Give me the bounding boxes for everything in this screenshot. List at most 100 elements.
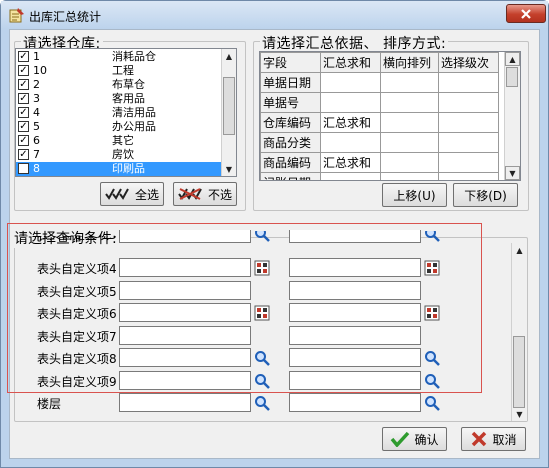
deselect-label: 不选 xyxy=(207,187,232,202)
condition-input[interactable] xyxy=(289,371,421,390)
condition-input[interactable] xyxy=(119,348,251,367)
checkbox[interactable]: ✓ xyxy=(18,163,29,174)
condition-input[interactable] xyxy=(119,303,251,322)
grid-row[interactable]: 商品分类 xyxy=(260,132,499,153)
scroll-down-button[interactable]: ▼ xyxy=(222,162,236,176)
summary-grid-scrollbar[interactable]: ▲ ▼ xyxy=(504,52,520,180)
condition-input[interactable] xyxy=(289,281,421,300)
grid-row[interactable]: 单据日期 xyxy=(260,72,499,93)
grid-field-cell: 记账日期 xyxy=(260,172,321,180)
condition-input[interactable] xyxy=(289,393,421,412)
condition-lookup-button[interactable] xyxy=(253,372,271,389)
warehouse-name: 客用品 xyxy=(112,92,145,105)
warehouse-code: 2 xyxy=(33,78,40,91)
condition-input[interactable] xyxy=(289,258,421,277)
scroll-up-button[interactable]: ▲ xyxy=(512,243,527,257)
condition-input[interactable] xyxy=(119,393,251,412)
grid-cell[interactable]: 汇总求和 xyxy=(320,112,381,133)
condition-lookup-button[interactable] xyxy=(253,394,271,411)
condition-lookup-button[interactable] xyxy=(423,231,441,242)
grid-cell[interactable] xyxy=(380,152,439,173)
warehouse-item[interactable]: ✓ 4 清洁用品 xyxy=(16,106,222,120)
scroll-down-button[interactable]: ▼ xyxy=(512,407,527,421)
select-all-button[interactable]: 全选 xyxy=(100,182,164,206)
conditions-scrollbar[interactable]: ▲ ▼ xyxy=(511,243,527,421)
grid-row[interactable]: 单据号 xyxy=(260,92,499,113)
scroll-thumb[interactable] xyxy=(506,67,518,87)
grid-cell[interactable] xyxy=(380,172,439,180)
condition-input[interactable] xyxy=(119,258,251,277)
summary-grid[interactable]: 字段 汇总求和 横向排列 选择级次 单据日期 单据号 仓库编码 汇总求和 商品分类 商品编码 汇总求… xyxy=(259,51,521,181)
warehouse-item[interactable]: ✓ 5 办公用品 xyxy=(16,120,222,134)
condition-input[interactable] xyxy=(289,348,421,367)
move-down-button[interactable]: 下移(D) xyxy=(453,183,518,207)
grid-cell[interactable] xyxy=(380,132,439,153)
condition-lookup-button[interactable] xyxy=(423,304,441,321)
condition-input[interactable] xyxy=(289,326,421,345)
grid-cell[interactable] xyxy=(438,152,499,173)
grid-cell[interactable] xyxy=(438,112,499,133)
scroll-up-button[interactable]: ▲ xyxy=(505,52,520,66)
checkbox[interactable]: ✓ xyxy=(18,65,29,76)
grid-cell[interactable] xyxy=(438,92,499,113)
scroll-thumb[interactable] xyxy=(223,77,235,135)
checkbox[interactable]: ✓ xyxy=(18,79,29,90)
grid-cell[interactable] xyxy=(438,72,499,93)
condition-lookup-button[interactable] xyxy=(423,394,441,411)
checkbox[interactable]: ✓ xyxy=(18,135,29,146)
ok-button[interactable]: 确认 xyxy=(382,427,447,451)
warehouse-list[interactable]: ✓ 1 消耗品仓 ✓ 10 工程 ✓ 2 布草仓 ✓ 3 客用品 ✓ 4 清洁用品 ✓ 5 办公用品 ✓ 6 其它 ✓ 7 房… xyxy=(15,48,237,177)
checkbox[interactable]: ✓ xyxy=(18,149,29,160)
condition-input[interactable] xyxy=(119,371,251,390)
grid-cell[interactable] xyxy=(380,72,439,93)
checkbox[interactable]: ✓ xyxy=(18,107,29,118)
grid-cell[interactable] xyxy=(320,172,381,180)
warehouse-list-scrollbar[interactable]: ▲ ▼ xyxy=(221,49,236,176)
warehouse-item[interactable]: ✓ 6 其它 xyxy=(16,134,222,148)
grid-cell[interactable] xyxy=(380,92,439,113)
condition-input[interactable] xyxy=(119,230,251,243)
move-up-button[interactable]: 上移(U) xyxy=(382,183,447,207)
condition-lookup-button[interactable] xyxy=(253,304,271,321)
condition-lookup-button[interactable] xyxy=(253,349,271,366)
grid-cell[interactable] xyxy=(438,172,499,180)
condition-lookup-button[interactable] xyxy=(423,259,441,276)
condition-lookup-button[interactable] xyxy=(253,231,271,242)
grid-cell[interactable] xyxy=(320,132,381,153)
title-bar: 出库汇总统计 xyxy=(1,1,548,29)
report-window: 出库汇总统计 请选择仓库: ✓ 1 消耗品仓 ✓ 10 工程 ✓ 2 布草仓 ✓ 3 客用品 ✓ 4 清洁用… xyxy=(0,0,549,468)
grid-cell[interactable] xyxy=(320,72,381,93)
warehouse-item[interactable]: ✓ 10 工程 xyxy=(16,64,222,78)
grid-row[interactable]: 仓库编码 汇总求和 xyxy=(260,112,499,133)
scroll-thumb[interactable] xyxy=(513,336,525,408)
warehouse-item[interactable]: ✓ 8 印刷品 xyxy=(16,162,222,176)
condition-lookup-button[interactable] xyxy=(253,259,271,276)
condition-input[interactable] xyxy=(119,326,251,345)
grid-row[interactable]: 商品编码 汇总求和 xyxy=(260,152,499,173)
condition-input[interactable] xyxy=(289,303,421,322)
grid-cell[interactable]: 汇总求和 xyxy=(320,152,381,173)
deselect-button[interactable]: 不选 xyxy=(173,182,237,206)
condition-lookup-button[interactable] xyxy=(423,349,441,366)
condition-lookup-button[interactable] xyxy=(423,372,441,389)
warehouse-code: 4 xyxy=(33,106,40,119)
close-button[interactable] xyxy=(506,4,546,23)
warehouse-item[interactable]: ✓ 2 布草仓 xyxy=(16,78,222,92)
warehouse-item[interactable]: ✓ 3 客用品 xyxy=(16,92,222,106)
condition-input[interactable] xyxy=(289,230,421,243)
checkbox[interactable]: ✓ xyxy=(18,93,29,104)
condition-input[interactable] xyxy=(119,281,251,300)
grid-row[interactable]: 记账日期 xyxy=(260,172,499,180)
warehouse-item[interactable]: ✓ 7 房饮 xyxy=(16,148,222,162)
checkbox[interactable]: ✓ xyxy=(18,51,29,62)
scroll-up-button[interactable]: ▲ xyxy=(222,49,236,63)
search-icon xyxy=(425,231,440,242)
grid-cell[interactable] xyxy=(380,112,439,133)
checkbox[interactable]: ✓ xyxy=(18,121,29,132)
condition-label: 楼层 xyxy=(37,397,62,411)
scroll-down-button[interactable]: ▼ xyxy=(505,166,520,180)
grid-cell[interactable] xyxy=(438,132,499,153)
warehouse-item[interactable]: ✓ 1 消耗品仓 xyxy=(16,50,222,64)
grid-cell[interactable] xyxy=(320,92,381,113)
cancel-button[interactable]: 取消 xyxy=(461,427,526,451)
